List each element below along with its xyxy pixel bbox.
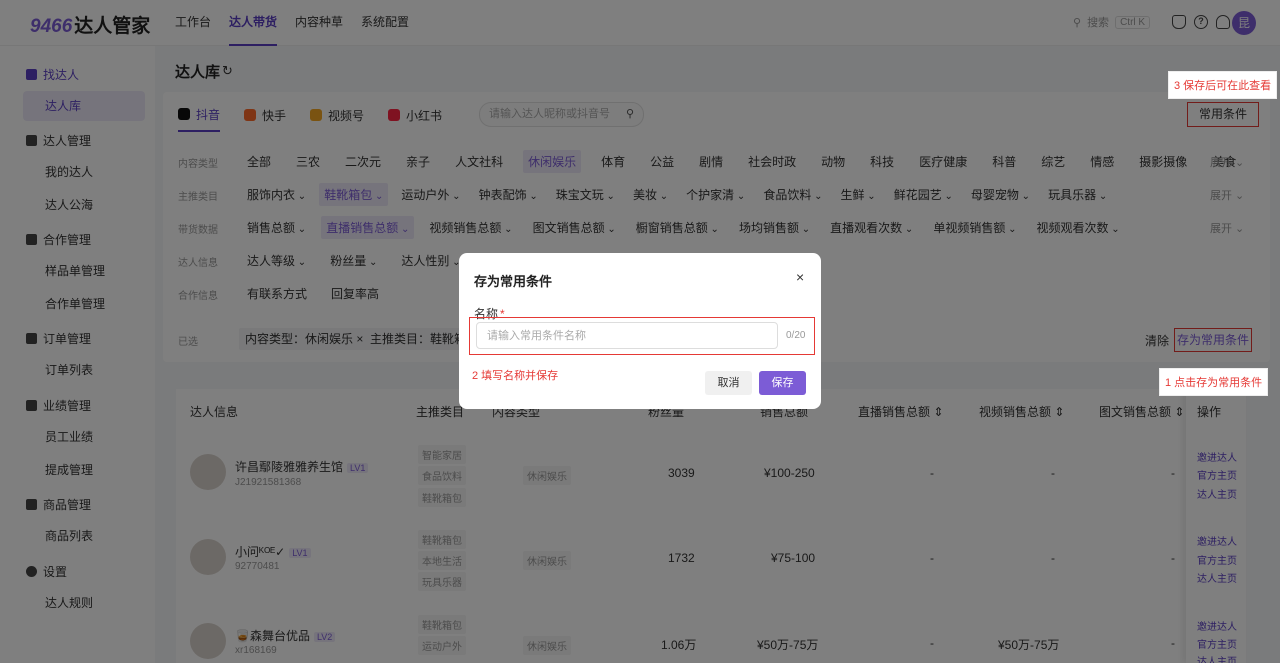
step3-annotation: 3 保存后可在此查看	[1168, 71, 1278, 99]
char-counter: 0/20	[786, 330, 806, 341]
step2-annotation: 2 填写名称并保存	[472, 370, 559, 382]
condition-name-input[interactable]	[476, 322, 778, 349]
close-icon[interactable]: ×	[796, 269, 804, 285]
name-input-highlight: 0/20	[469, 317, 815, 355]
save-condition-dialog: 存为常用条件 × 名称* 0/20 2 填写名称并保存 取消 保存	[459, 253, 821, 409]
dialog-title: 存为常用条件	[474, 274, 553, 289]
save-button[interactable]: 保存	[759, 371, 806, 395]
step1-annotation: 1 点击存为常用条件	[1159, 368, 1269, 396]
cancel-button[interactable]: 取消	[705, 371, 752, 395]
